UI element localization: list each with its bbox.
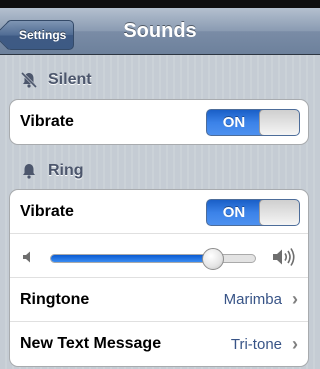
text-message-value: Tri-tone xyxy=(230,335,282,353)
volume-slider-track[interactable] xyxy=(50,254,256,263)
section-header-silent: Silent xyxy=(20,68,92,92)
toggle-knob xyxy=(259,110,299,135)
ring-group: Vibrate ON Ringtone Marimba › New Text M… xyxy=(9,189,309,367)
ring-volume-row xyxy=(10,234,308,278)
ringtone-label: Ringtone xyxy=(20,290,90,308)
chevron-right-icon: › xyxy=(292,289,298,309)
volume-low-icon xyxy=(23,251,30,263)
volume-high-icon xyxy=(273,248,295,266)
volume-slider-thumb[interactable] xyxy=(202,248,225,270)
ring-vibrate-toggle[interactable]: ON xyxy=(206,199,300,226)
toggle-on-text: ON xyxy=(222,204,246,221)
ringtone-value: Marimba xyxy=(223,291,282,308)
ringtone-row[interactable]: Ringtone Marimba › xyxy=(10,278,308,322)
section-header-ring: Ring xyxy=(20,159,84,183)
text-message-row[interactable]: New Text Message Tri-tone › xyxy=(10,322,308,366)
page-title: Sounds xyxy=(123,20,197,42)
silent-group: Vibrate ON xyxy=(9,99,309,145)
navigation-bar: Settings Sounds xyxy=(0,8,320,55)
text-message-label: New Text Message xyxy=(20,335,162,352)
ring-vibrate-row: Vibrate ON xyxy=(10,190,308,234)
section-title-ring: Ring xyxy=(48,162,84,179)
bell-icon xyxy=(23,164,35,179)
status-bar xyxy=(0,0,320,8)
silent-vibrate-row: Vibrate ON xyxy=(10,100,308,144)
silent-vibrate-toggle[interactable]: ON xyxy=(206,109,300,136)
chevron-right-icon: › xyxy=(292,333,298,354)
toggle-on-text: ON xyxy=(222,114,246,131)
silent-bell-icon xyxy=(20,71,38,89)
section-title-silent: Silent xyxy=(48,71,92,88)
volume-slider-fill xyxy=(51,255,215,262)
toggle-knob xyxy=(259,200,299,225)
